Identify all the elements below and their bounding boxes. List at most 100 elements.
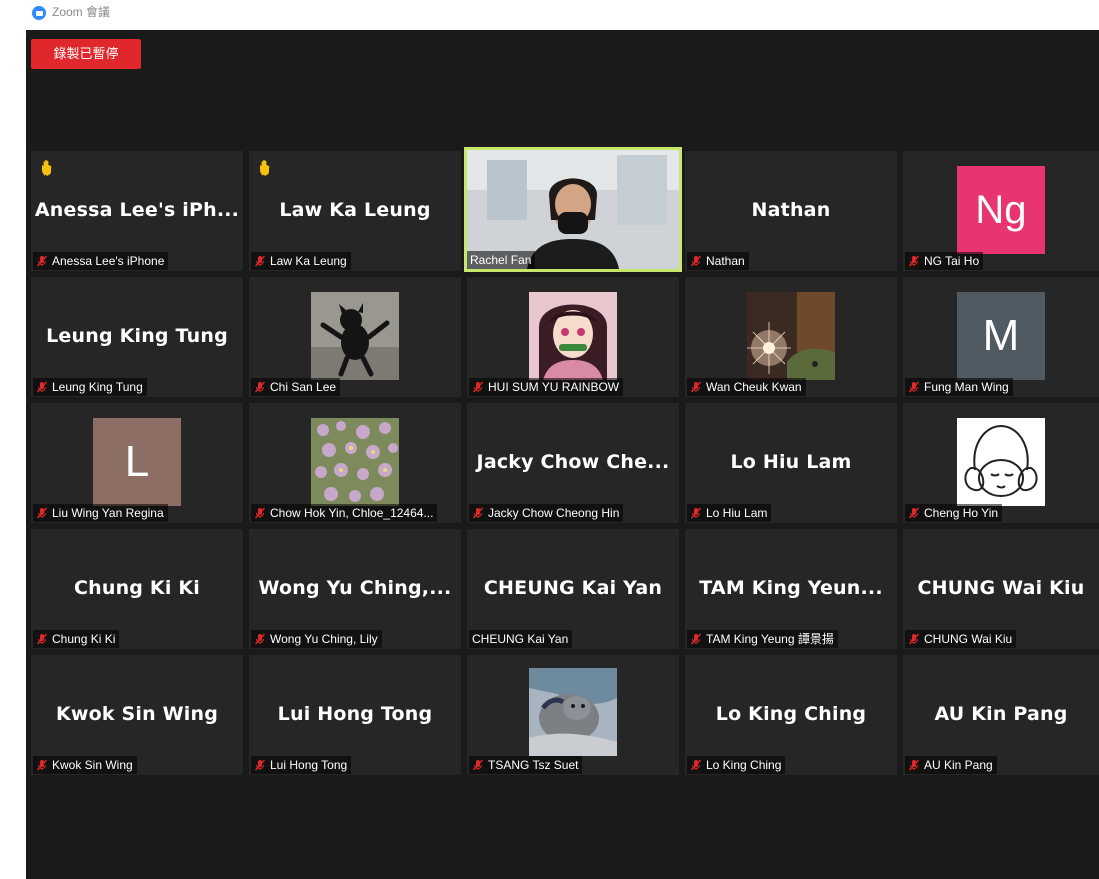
zoom-logo-icon	[32, 6, 46, 20]
mic-muted-icon	[36, 759, 48, 771]
mic-muted-icon	[36, 633, 48, 645]
participant-name-label: AU Kin Pang	[905, 756, 997, 774]
mic-muted-icon	[254, 507, 266, 519]
participant-display-name: Kwok Sin Wing	[55, 703, 219, 725]
participant-tile[interactable]: Wong Yu Ching,... Wong Yu Ching, Lily	[249, 529, 461, 649]
participant-name-label: Law Ka Leung	[251, 252, 351, 270]
participant-name-label: Jacky Chow Cheong Hin	[469, 504, 624, 522]
mic-muted-icon	[472, 507, 484, 519]
mic-muted-icon	[690, 633, 702, 645]
participant-tile[interactable]: Kwok Sin Wing Kwok Sin Wing	[31, 655, 243, 775]
window-title: Zoom 會議	[52, 5, 111, 19]
raised-hand-icon	[42, 159, 52, 176]
participant-name-label: Leung King Tung	[33, 378, 147, 396]
participant-tile[interactable]: TSANG Tsz Suet	[467, 655, 679, 775]
participant-tile[interactable]: Chung Ki Ki Chung Ki Ki	[31, 529, 243, 649]
participant-tile-active-speaker[interactable]: Rachel Fan	[464, 147, 682, 272]
mic-muted-icon	[254, 255, 266, 267]
mic-muted-icon	[908, 759, 920, 771]
participant-display-name: CHUNG Wai Kiu	[917, 577, 1085, 599]
avatar-initials: Ng	[957, 166, 1045, 254]
participant-display-name: Law Ka Leung	[279, 199, 431, 221]
avatar-initials: M	[957, 292, 1045, 380]
flowers-avatar-image	[311, 418, 399, 506]
participant-display-name: Lo King Ching	[715, 703, 867, 725]
participant-display-name: Jacky Chow Che...	[476, 451, 670, 473]
participant-display-name: Wong Yu Ching,...	[258, 577, 452, 599]
mic-muted-icon	[254, 759, 266, 771]
mic-muted-icon	[690, 381, 702, 393]
participant-tile[interactable]: L Liu Wing Yan Regina	[31, 403, 243, 523]
participant-name-label: Cheng Ho Yin	[905, 504, 1003, 522]
participant-name-label: Kwok Sin Wing	[33, 756, 137, 774]
participant-tile[interactable]: Chow Hok Yin, Chloe_12464...	[249, 403, 461, 523]
participant-tile[interactable]: Lo King Ching Lo King Ching	[685, 655, 897, 775]
participant-display-name: Leung King Tung	[46, 325, 228, 347]
gallery-view: 錄製已暫停 Anessa Lee's iPh... Anessa Lee's i…	[26, 30, 1099, 879]
participant-display-name: Chung Ki Ki	[73, 577, 201, 599]
participant-tile[interactable]: Wan Cheuk Kwan	[685, 277, 897, 397]
participant-name-label: CHUNG Wai Kiu	[905, 630, 1017, 648]
participant-name-label: Chow Hok Yin, Chloe_12464...	[251, 504, 438, 522]
participant-tile[interactable]: CHEUNG Kai Yan CHEUNG Kai Yan	[467, 529, 679, 649]
participant-tile[interactable]: Law Ka Leung Law Ka Leung	[249, 151, 461, 271]
participant-tile[interactable]: HUI SUM YU RAINBOW	[467, 277, 679, 397]
participant-tile[interactable]: Lo Hiu Lam Lo Hiu Lam	[685, 403, 897, 523]
participant-name-label: Wan Cheuk Kwan	[687, 378, 806, 396]
participant-name-label: Liu Wing Yan Regina	[33, 504, 168, 522]
participant-name-label: Rachel Fan	[467, 251, 536, 269]
mic-muted-icon	[690, 255, 702, 267]
participant-tile[interactable]: Chi San Lee	[249, 277, 461, 397]
participant-display-name: CHEUNG Kai Yan	[483, 577, 663, 599]
mic-muted-icon	[254, 381, 266, 393]
participant-name-label: Anessa Lee's iPhone	[33, 252, 169, 270]
participant-name-label: Chi San Lee	[251, 378, 341, 396]
mic-muted-icon	[908, 633, 920, 645]
participant-display-name: AU Kin Pang	[934, 703, 1068, 725]
recording-paused-badge[interactable]: 錄製已暫停	[31, 39, 141, 69]
participant-tile[interactable]: Anessa Lee's iPh... Anessa Lee's iPhone	[31, 151, 243, 271]
mic-muted-icon	[908, 381, 920, 393]
participant-name-label: NG Tai Ho	[905, 252, 984, 270]
participant-tile[interactable]: Leung King Tung Leung King Tung	[31, 277, 243, 397]
participant-name-label: CHEUNG Kai Yan	[469, 630, 573, 648]
participant-name-label: Nathan	[687, 252, 749, 270]
participant-display-name: Nathan	[751, 199, 831, 221]
participant-name-label: TSANG Tsz Suet	[469, 756, 583, 774]
anime-character-avatar-image	[529, 292, 617, 380]
black-cat-avatar-image	[311, 292, 399, 380]
mic-muted-icon	[690, 507, 702, 519]
participant-tile[interactable]: TAM King Yeun... TAM King Yeung 譚景揚	[685, 529, 897, 649]
mic-muted-icon	[472, 381, 484, 393]
participant-display-name: Lui Hong Tong	[277, 703, 433, 725]
avatar-initials: L	[93, 418, 181, 506]
mic-muted-icon	[472, 759, 484, 771]
title-bar: Zoom 會議	[0, 0, 1099, 28]
mic-muted-icon	[908, 255, 920, 267]
mic-muted-icon	[690, 759, 702, 771]
participant-tile[interactable]: CHUNG Wai Kiu CHUNG Wai Kiu	[903, 529, 1099, 649]
mic-muted-icon	[36, 507, 48, 519]
participant-name-label: Lo King Ching	[687, 756, 786, 774]
participant-tile[interactable]: M Fung Man Wing	[903, 277, 1099, 397]
raised-hand-icon	[260, 159, 270, 176]
participant-display-name: Anessa Lee's iPh...	[34, 199, 240, 221]
line-drawing-face-avatar-image	[957, 418, 1045, 506]
participant-tile[interactable]: Jacky Chow Che... Jacky Chow Cheong Hin	[467, 403, 679, 523]
participant-tile[interactable]: Ng NG Tai Ho	[903, 151, 1099, 271]
participant-tile[interactable]: AU Kin Pang AU Kin Pang	[903, 655, 1099, 775]
grey-cat-avatar-image	[529, 668, 617, 756]
mic-muted-icon	[908, 507, 920, 519]
participant-name-label: Wong Yu Ching, Lily	[251, 630, 382, 648]
participant-tile[interactable]: Lui Hong Tong Lui Hong Tong	[249, 655, 461, 775]
participant-name-label: Lui Hong Tong	[251, 756, 352, 774]
participant-name-label: Fung Man Wing	[905, 378, 1013, 396]
participant-tile[interactable]: Cheng Ho Yin	[903, 403, 1099, 523]
participant-display-name: TAM King Yeun...	[699, 577, 883, 599]
participant-tile[interactable]: Nathan Nathan	[685, 151, 897, 271]
participant-name-label: Lo Hiu Lam	[687, 504, 772, 522]
mic-muted-icon	[254, 633, 266, 645]
participant-name-label: HUI SUM YU RAINBOW	[469, 378, 624, 396]
participant-name-label: TAM King Yeung 譚景揚	[687, 630, 838, 648]
mic-muted-icon	[36, 381, 48, 393]
